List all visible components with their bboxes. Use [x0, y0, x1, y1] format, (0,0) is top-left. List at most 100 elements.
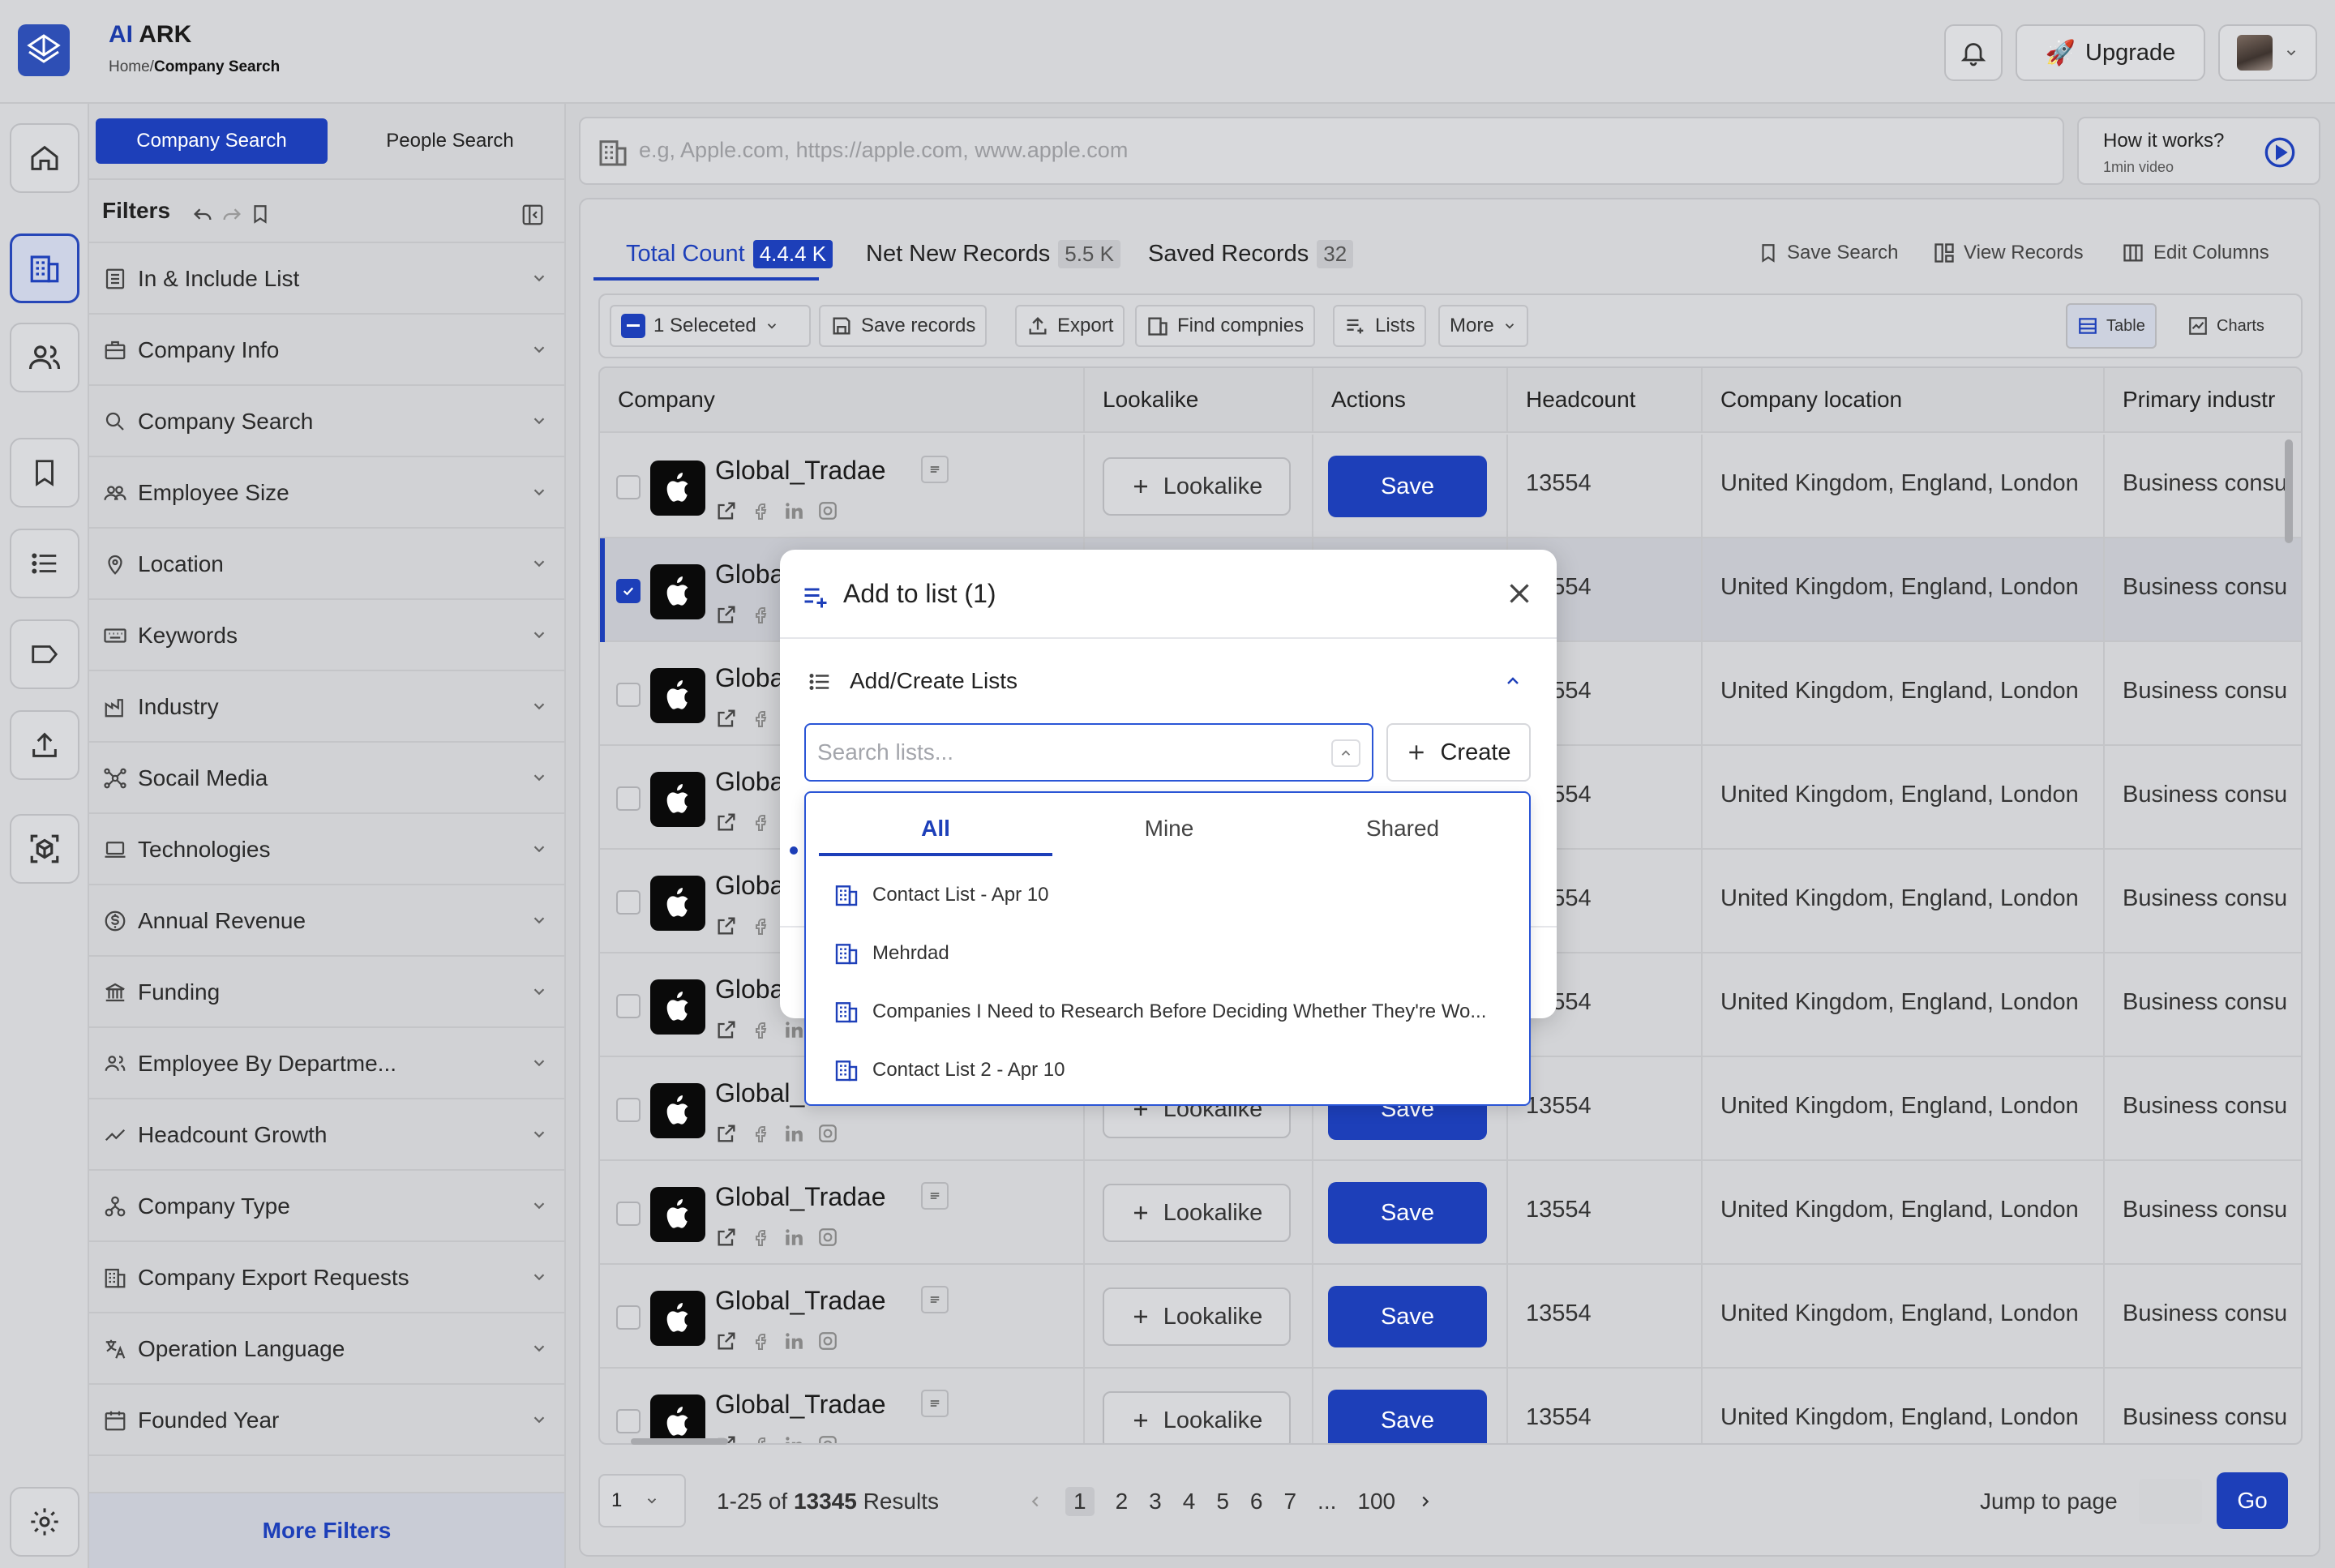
redo-icon[interactable]	[221, 203, 243, 225]
external-link-icon[interactable]	[715, 1226, 738, 1249]
company-name[interactable]: Global_Tradae	[715, 1286, 886, 1316]
tab-all-lists[interactable]: All	[819, 816, 1052, 842]
save-button[interactable]: Save	[1328, 456, 1487, 517]
filter-socail-media[interactable]: Socail Media	[89, 743, 564, 814]
page-number[interactable]: 2	[1116, 1489, 1129, 1514]
close-icon[interactable]	[1505, 579, 1534, 608]
notes-icon[interactable]	[921, 456, 949, 483]
facebook-icon[interactable]	[751, 500, 770, 521]
instagram-icon[interactable]	[817, 1227, 838, 1248]
external-link-icon[interactable]	[715, 499, 738, 522]
filter-headcount-growth[interactable]: Headcount Growth	[89, 1099, 564, 1171]
app-logo-icon[interactable]	[18, 24, 70, 76]
linkedin-icon[interactable]	[783, 1227, 804, 1248]
linkedin-icon[interactable]	[783, 1434, 804, 1445]
save-records-button[interactable]: Save records	[819, 305, 988, 347]
facebook-icon[interactable]	[751, 604, 770, 625]
chevron-right-icon[interactable]	[1416, 1493, 1434, 1510]
tab-people-search[interactable]: People Search	[341, 118, 559, 164]
company-name[interactable]: Global_Tradae	[715, 1182, 886, 1212]
nav-people[interactable]	[10, 323, 79, 392]
facebook-icon[interactable]	[751, 708, 770, 729]
notes-icon[interactable]	[921, 1286, 949, 1313]
notes-icon[interactable]	[921, 1182, 949, 1210]
column-header-company-location[interactable]: Company location	[1703, 368, 2105, 433]
external-link-icon[interactable]	[715, 707, 738, 730]
row-checkbox[interactable]	[616, 475, 641, 499]
list-search-field[interactable]	[804, 723, 1373, 782]
jump-to-page-input[interactable]	[2139, 1479, 2202, 1524]
facebook-icon[interactable]	[751, 1019, 770, 1040]
filter-company-export-requests[interactable]: Company Export Requests	[89, 1242, 564, 1313]
tab-total-count[interactable]: Total Count 4.4.4 K	[626, 240, 833, 268]
list-option[interactable]: Contact List 2 - Apr 10	[832, 1052, 1513, 1088]
filter-location[interactable]: Location	[89, 529, 564, 600]
table-row[interactable]: Global_Tradae Lookalike Save 13554 United Ki…	[600, 1161, 2301, 1265]
breadcrumb-home[interactable]: Home/	[109, 58, 154, 75]
filter-industry[interactable]: Industry	[89, 671, 564, 743]
list-option[interactable]: Contact List - Apr 10	[832, 877, 1513, 913]
instagram-icon[interactable]	[817, 1434, 838, 1445]
nav-companies[interactable]	[10, 233, 79, 303]
external-link-icon[interactable]	[715, 811, 738, 833]
domain-search-bar[interactable]: e.g, Apple.com, https://apple.com, www.a…	[579, 117, 2064, 185]
filter-annual-revenue[interactable]: Annual Revenue	[89, 885, 564, 957]
nav-integrations[interactable]	[10, 814, 79, 884]
add-create-lists-heading[interactable]: Add/Create Lists	[850, 668, 1018, 694]
table-vertical-scrollbar[interactable]	[2285, 439, 2293, 543]
row-checkbox[interactable]	[616, 683, 641, 707]
undo-icon[interactable]	[191, 203, 214, 225]
save-button[interactable]: Save	[1328, 1390, 1487, 1443]
notifications-button[interactable]	[1944, 24, 2003, 81]
external-link-icon[interactable]	[715, 1330, 738, 1352]
table-row[interactable]: Global_Tradae Lookalike Save 13554 United Ki…	[600, 1369, 2301, 1445]
page-number[interactable]: 5	[1216, 1489, 1229, 1514]
view-records-button[interactable]: View Records	[1933, 242, 2084, 264]
facebook-icon[interactable]	[751, 1123, 770, 1144]
filter-keywords[interactable]: Keywords	[89, 600, 564, 671]
create-list-button[interactable]: Create	[1386, 723, 1531, 782]
edit-columns-button[interactable]: Edit Columns	[2121, 242, 2269, 264]
table-horizontal-scrollbar[interactable]	[631, 1438, 728, 1445]
lookalike-button[interactable]: Lookalike	[1103, 1391, 1291, 1443]
filter-founded-year[interactable]: Founded Year	[89, 1385, 564, 1456]
tab-net-new-records[interactable]: Net New Records 5.5 K	[866, 240, 1120, 268]
lookalike-button[interactable]: Lookalike	[1103, 1287, 1291, 1346]
more-filters-button[interactable]: More Filters	[89, 1492, 564, 1568]
nav-settings[interactable]	[10, 1487, 79, 1557]
table-row[interactable]: Global_Tradae Lookalike Save 13554 United Ki…	[600, 1265, 2301, 1369]
linkedin-icon[interactable]	[783, 1123, 804, 1144]
row-checkbox[interactable]	[616, 1098, 641, 1122]
filter-company-info[interactable]: Company Info	[89, 315, 564, 386]
more-actions-button[interactable]: More	[1438, 305, 1528, 347]
row-checkbox[interactable]	[616, 1305, 641, 1330]
page-number[interactable]: 100	[1357, 1489, 1395, 1514]
instagram-icon[interactable]	[817, 1123, 838, 1144]
chevron-left-icon[interactable]	[1026, 1493, 1044, 1510]
row-checkbox[interactable]	[616, 786, 641, 811]
linkedin-icon[interactable]	[783, 1019, 804, 1040]
table-view-button[interactable]: Table	[2066, 303, 2157, 349]
column-header-company[interactable]: Company	[600, 368, 1085, 433]
chevron-up-icon[interactable]	[1331, 739, 1360, 767]
row-checkbox[interactable]	[616, 579, 641, 603]
charts-view-button[interactable]: Charts	[2178, 303, 2274, 349]
tab-saved-records[interactable]: Saved Records 32	[1148, 240, 1354, 268]
row-checkbox[interactable]	[616, 994, 641, 1018]
list-search-input[interactable]	[817, 736, 1304, 769]
list-option[interactable]: Mehrdad	[832, 936, 1513, 971]
upgrade-button[interactable]: 🚀 Upgrade	[2016, 24, 2205, 81]
user-menu[interactable]	[2218, 24, 2317, 81]
facebook-icon[interactable]	[751, 1434, 770, 1445]
external-link-icon[interactable]	[715, 1018, 738, 1041]
export-button[interactable]: Export	[1015, 305, 1125, 347]
page-size-select[interactable]: 1	[598, 1474, 686, 1527]
bookmark-icon[interactable]	[250, 203, 271, 225]
page-number[interactable]: 7	[1283, 1489, 1296, 1514]
facebook-icon[interactable]	[751, 915, 770, 936]
linkedin-icon[interactable]	[783, 500, 804, 521]
company-name[interactable]: Global_Tradae	[715, 1390, 886, 1420]
column-header-actions[interactable]: Actions	[1313, 368, 1508, 433]
tab-mine-lists[interactable]: Mine	[1052, 816, 1286, 842]
row-checkbox[interactable]	[616, 890, 641, 915]
